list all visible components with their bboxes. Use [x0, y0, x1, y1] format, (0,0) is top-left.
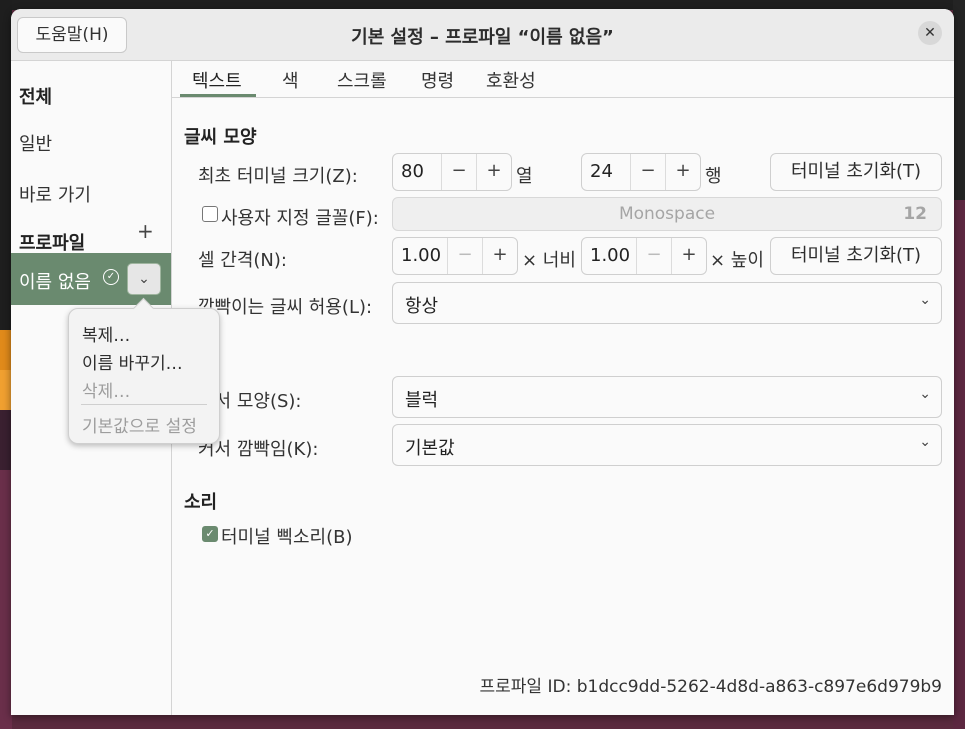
- titlebar: 도움말(H) 기본 설정 – 프로파일 “이름 없음” ✕: [11, 9, 954, 61]
- menu-item-clone[interactable]: 복제…: [82, 321, 130, 346]
- section-sound: 소리: [184, 492, 218, 513]
- font-name: Monospace: [618, 204, 716, 224]
- width-spinner: 1.00 − +: [392, 237, 518, 275]
- plus-icon: +: [137, 219, 154, 243]
- chevron-down-icon: ⌄: [919, 434, 931, 450]
- section-appearance: 글씨 모양: [184, 127, 257, 148]
- rows-decrement-button[interactable]: −: [630, 154, 665, 190]
- menu-item-delete: 삭제…: [82, 382, 131, 402]
- rows-unit: 행: [705, 166, 722, 187]
- blink-text-value: 항상: [405, 296, 439, 317]
- window-title: 기본 설정 – 프로파일 “이름 없음”: [351, 27, 614, 48]
- close-icon: ✕: [924, 25, 936, 41]
- profile-name: 이름 없음: [19, 272, 91, 293]
- blink-text-label: 깜빡이는 글씨 허용(L):: [198, 297, 373, 318]
- columns-value[interactable]: 80: [401, 161, 424, 182]
- width-unit: × 너비: [522, 250, 576, 271]
- chevron-down-icon: ⌄: [138, 271, 150, 287]
- height-spinner: 1.00 − +: [581, 237, 707, 275]
- profile-menu-button[interactable]: ⌄: [127, 263, 161, 295]
- cursor-blink-value: 기본값: [405, 438, 455, 459]
- main-panel: 텍스트 색 스크롤 명령 호환성 글씨 모양 최초 터미널 크기(Z): 80 …: [172, 61, 954, 715]
- close-button[interactable]: ✕: [918, 21, 942, 45]
- height-unit: × 높이: [710, 250, 764, 271]
- cursor-shape-value: 블럭: [405, 390, 439, 411]
- columns-decrement-button[interactable]: −: [441, 154, 476, 190]
- cursor-shape-dropdown[interactable]: 블럭 ⌄: [392, 376, 942, 418]
- reset-spacing-button[interactable]: 터미널 초기화(T): [770, 237, 942, 275]
- tab-compatibility[interactable]: 호환성: [486, 67, 536, 93]
- columns-unit: 열: [516, 166, 533, 187]
- bell-checkbox[interactable]: ✓: [202, 526, 218, 542]
- rows-increment-button[interactable]: +: [665, 154, 700, 190]
- font-chooser-button[interactable]: Monospace 12: [392, 197, 942, 231]
- chevron-down-icon: ⌄: [919, 292, 931, 308]
- cell-spacing-label: 셀 간격(N):: [198, 250, 287, 271]
- reset-size-button[interactable]: 터미널 초기화(T): [770, 153, 942, 191]
- default-check-icon: ✓: [103, 269, 119, 285]
- tab-text[interactable]: 텍스트: [192, 67, 242, 93]
- active-tab-indicator: [180, 94, 256, 97]
- sidebar-item-shortcuts[interactable]: 바로 가기: [19, 181, 91, 207]
- sidebar-item-general[interactable]: 일반: [19, 130, 52, 156]
- width-value[interactable]: 1.00: [401, 245, 441, 266]
- sidebar-item-profile[interactable]: 이름 없음 ✓ ⌄: [11, 253, 171, 305]
- tab-scrolling[interactable]: 스크롤: [337, 67, 387, 93]
- profile-menu-popover: 복제… 이름 바꾸기… 삭제… 기본값으로 설정: [68, 308, 220, 444]
- tab-colors[interactable]: 색: [282, 67, 299, 93]
- menu-separator: [81, 404, 207, 405]
- tab-bar: 텍스트 색 스크롤 명령 호환성: [172, 61, 954, 98]
- height-decrement-button[interactable]: −: [636, 238, 671, 274]
- width-increment-button[interactable]: +: [482, 238, 517, 274]
- custom-font-label[interactable]: 사용자 지정 글꼴(F):: [221, 204, 379, 230]
- bell-label[interactable]: 터미널 삑소리(B): [221, 523, 352, 549]
- menu-item-rename[interactable]: 이름 바꾸기…: [82, 349, 183, 374]
- columns-spinner: 80 − +: [392, 153, 512, 191]
- custom-font-checkbox[interactable]: [202, 206, 218, 222]
- height-value[interactable]: 1.00: [590, 245, 630, 266]
- sidebar-item-all[interactable]: 전체: [19, 83, 52, 109]
- sidebar-profiles-heading: 프로파일: [19, 233, 86, 254]
- width-decrement-button[interactable]: −: [447, 238, 482, 274]
- desktop-right-edge: [953, 0, 965, 729]
- initial-size-label: 최초 터미널 크기(Z):: [198, 166, 358, 187]
- font-size: 12: [903, 204, 927, 224]
- menu-item-set-default: 기본값으로 설정: [82, 417, 197, 437]
- blink-text-dropdown[interactable]: 항상 ⌄: [392, 282, 942, 324]
- height-increment-button[interactable]: +: [671, 238, 706, 274]
- profile-id: 프로파일 ID: b1dcc9dd-5262-4d8d-a863-c897e6d…: [479, 677, 942, 697]
- cursor-blink-dropdown[interactable]: 기본값 ⌄: [392, 424, 942, 466]
- chevron-down-icon: ⌄: [919, 386, 931, 402]
- add-profile-button[interactable]: +: [137, 219, 154, 243]
- tab-command[interactable]: 명령: [421, 67, 454, 93]
- rows-value[interactable]: 24: [590, 161, 613, 182]
- columns-increment-button[interactable]: +: [476, 154, 511, 190]
- rows-spinner: 24 − +: [581, 153, 701, 191]
